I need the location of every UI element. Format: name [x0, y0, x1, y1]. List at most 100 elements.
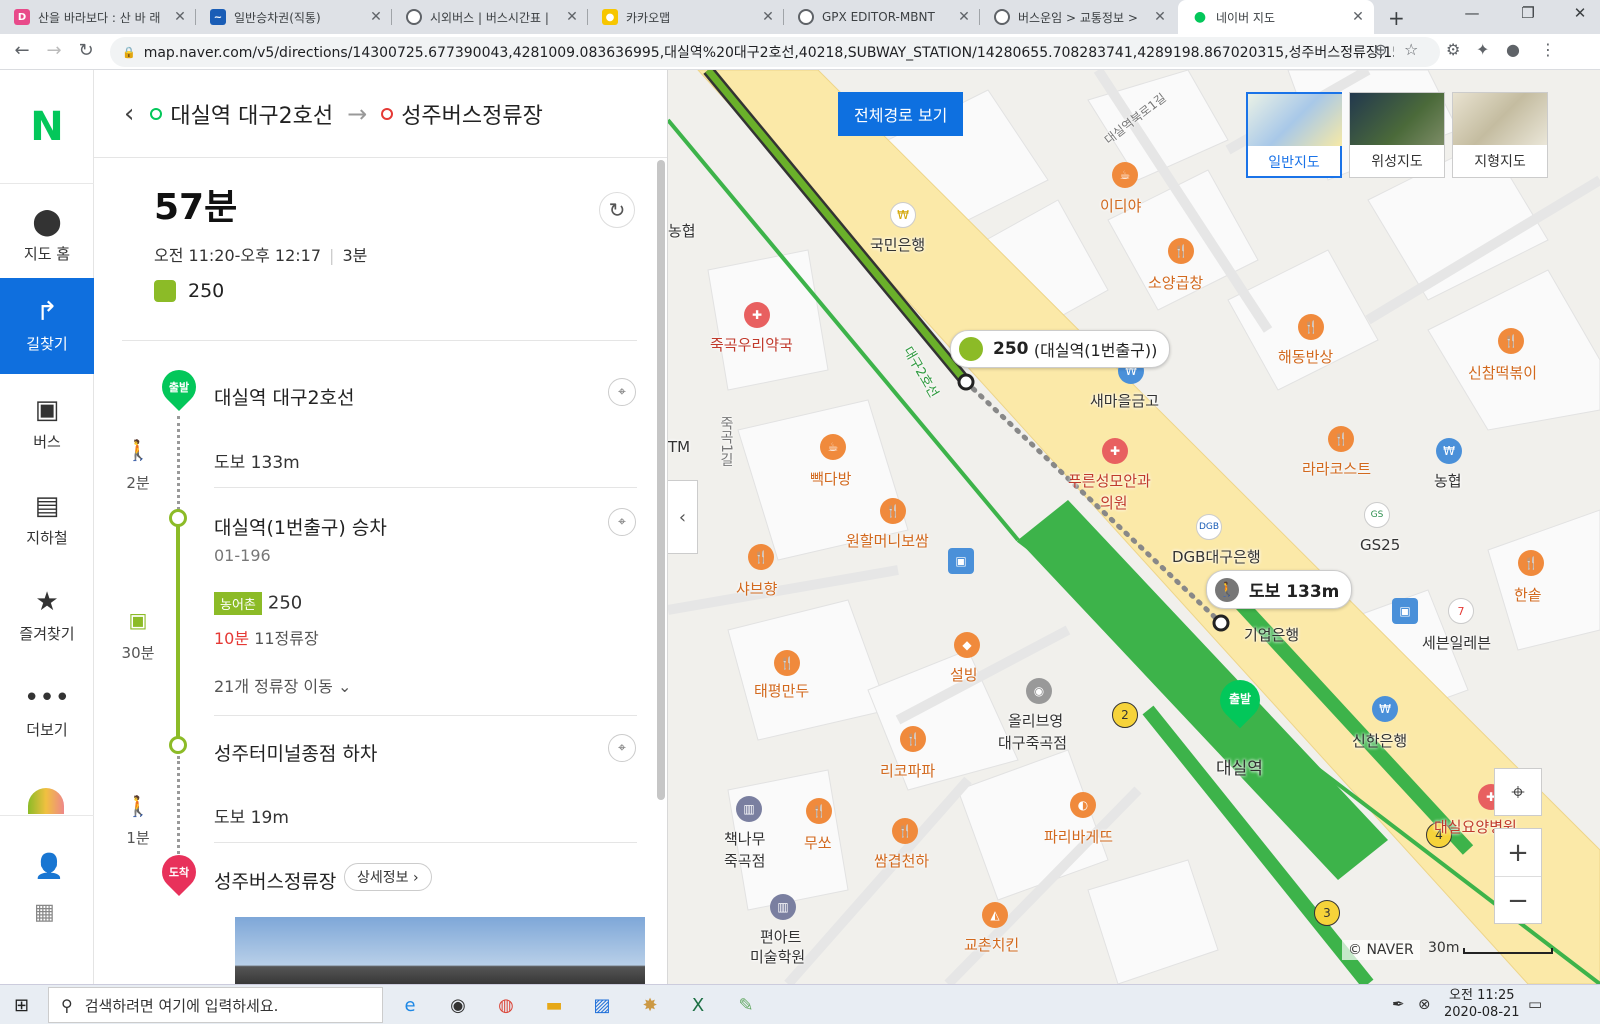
poi-musso[interactable]: 무쏘 [804, 832, 832, 853]
convenience-icon[interactable]: GS [1364, 502, 1390, 528]
tab-5[interactable]: 버스운임 > 교통정보 > ✕ [980, 0, 1176, 34]
close-icon[interactable]: ✕ [1152, 9, 1168, 25]
rail-item-more[interactable]: ••• 더보기 [0, 664, 94, 760]
chrome-icon[interactable]: ◍ [492, 991, 520, 1019]
school-icon[interactable]: ▥ [770, 894, 796, 920]
exit-3-marker[interactable]: 3 [1314, 900, 1340, 926]
menu-icon[interactable]: ⋮ [1540, 40, 1556, 59]
place-photo[interactable] [235, 917, 645, 984]
poi-saemaeul[interactable]: 새마을금고 [1090, 390, 1159, 411]
detail-button[interactable]: 상세정보 › [344, 863, 432, 891]
bus-number[interactable]: 250 [268, 593, 302, 614]
back-icon[interactable]: ← [10, 40, 34, 61]
clock[interactable]: 오전 11:25 2020-08-21 [1444, 987, 1520, 1021]
close-icon[interactable]: ✕ [760, 9, 776, 25]
pharmacy-icon[interactable]: ✚ [744, 302, 770, 328]
poi-ibk[interactable]: 기업은행 [1244, 624, 1299, 645]
tab-6[interactable]: ● 네이버 지도 ✕ [1178, 0, 1374, 34]
rail-item-map-home[interactable]: ⬤ 지도 홈 [0, 188, 94, 284]
convenience-icon[interactable]: 7 [1448, 598, 1474, 624]
location-pin-icon[interactable]: ⌖ [608, 734, 636, 762]
scrollbar[interactable] [657, 160, 665, 800]
origin-text[interactable]: 대실역 대구2호선 [170, 98, 333, 130]
poi-nonghyup1[interactable]: 농협 [668, 220, 696, 241]
poi-seven[interactable]: 세븐일레븐 [1422, 632, 1491, 653]
collapse-panel-button[interactable]: ‹ [668, 480, 698, 554]
bookstore-icon[interactable]: ▥ [736, 796, 762, 822]
tab-1[interactable]: ~ 일반승차권(직통) ✕ [196, 0, 392, 34]
cafe-icon[interactable]: ☕ [820, 434, 846, 460]
poi-daesil-station[interactable]: 대실역 [1216, 754, 1263, 779]
ie-icon[interactable]: e [396, 991, 424, 1019]
restaurant-icon[interactable]: 🍴 [880, 498, 906, 524]
paint-icon[interactable]: ✸ [636, 991, 664, 1019]
back-arrow-icon[interactable]: ‹ [124, 99, 134, 129]
restaurant-icon[interactable]: 🍴 [774, 650, 800, 676]
map-type-normal[interactable]: 일반지도 [1246, 92, 1342, 178]
tab-4[interactable]: GPX EDITOR-MBNT ✕ [784, 0, 980, 34]
poi-haedong[interactable]: 해동반상 [1278, 346, 1333, 367]
stops-expand[interactable]: 21개 정류장 이동 ⌄ [214, 673, 351, 697]
network-icon[interactable]: ⊗ [1418, 995, 1431, 1013]
user-icon[interactable]: 👤 [34, 852, 64, 880]
dessert-icon[interactable]: ◆ [954, 632, 980, 658]
rail-item-favorites[interactable]: ★ 즐겨찾기 [0, 568, 94, 664]
full-route-button[interactable]: 전체경로 보기 [838, 92, 964, 136]
rail-item-directions[interactable]: ↱ 길찾기 [0, 278, 94, 374]
map-type-terrain[interactable]: 지형지도 [1452, 92, 1548, 178]
profile-icon[interactable]: ● [1506, 40, 1520, 59]
forward-icon[interactable]: → [42, 40, 66, 61]
windows-start-icon[interactable]: ⊞ [14, 995, 29, 1016]
media-icon[interactable]: ◉ [444, 991, 472, 1019]
weather-icon[interactable] [28, 788, 64, 814]
rail-item-subway[interactable]: ▤ 지하철 [0, 472, 94, 568]
tab-3[interactable]: ● 카카오맵 ✕ [588, 0, 784, 34]
poi-chaek2[interactable]: 죽곡점 [724, 850, 765, 871]
poi-onhal[interactable]: 원할머니보쌈 [846, 530, 929, 551]
bus-stop-icon[interactable]: ▣ [948, 548, 974, 574]
tab-2[interactable]: 시외버스 | 버스시간표 | ✕ [392, 0, 588, 34]
poi-pyeon[interactable]: 편아트 [760, 926, 801, 947]
location-pin-icon[interactable]: ⌖ [608, 508, 636, 536]
close-icon[interactable]: ✕ [1350, 9, 1366, 25]
poi-kyochon[interactable]: 교촌치킨 [964, 934, 1019, 955]
photos-icon[interactable]: ▨ [588, 991, 616, 1019]
bus-stop-icon[interactable]: ▣ [1392, 598, 1418, 624]
poi-idiya[interactable]: 이디야 [1100, 195, 1141, 216]
step-end-name[interactable]: 성주버스정류장 [214, 867, 336, 894]
destination-text[interactable]: 성주버스정류장 [401, 98, 543, 130]
close-icon[interactable]: ✕ [172, 9, 188, 25]
poi-soyang[interactable]: 소양곱창 [1148, 272, 1203, 293]
bank-icon[interactable]: DGB [1196, 514, 1222, 540]
step-alight-name[interactable]: 성주터미널종점 하차 [214, 739, 377, 766]
poi-gs25[interactable]: GS25 [1360, 536, 1400, 554]
poi-pyeon2[interactable]: 미술학원 [750, 946, 805, 967]
cafe-icon[interactable]: ☕ [1112, 162, 1138, 188]
poi-pharmacy[interactable]: 죽곡우리약국 [710, 334, 793, 355]
naver-logo[interactable]: N [0, 70, 94, 184]
restaurant-icon[interactable]: 🍴 [1328, 426, 1354, 452]
shop-icon[interactable]: ◉ [1026, 678, 1052, 704]
close-icon[interactable]: ✕ [564, 9, 580, 25]
poi-nonghyup2[interactable]: 농협 [1434, 470, 1462, 491]
poi-ssam[interactable]: 쌈겹천하 [874, 850, 929, 871]
poi-paris[interactable]: 파리바게뜨 [1044, 826, 1113, 847]
rail-item-bus[interactable]: ▣ 버스 [0, 376, 94, 472]
puzzle-icon[interactable]: ✦ [1476, 40, 1489, 59]
tab-0[interactable]: D 산을 바라보다 : 산 바 래 ✕ [0, 0, 196, 34]
exit-2-marker[interactable]: 2 [1112, 702, 1138, 728]
close-icon[interactable]: ✕ [956, 9, 972, 25]
restaurant-icon[interactable]: 🍴 [1498, 328, 1524, 354]
poi-seolbing[interactable]: 설빙 [950, 664, 978, 685]
restaurant-icon[interactable]: 🍴 [900, 726, 926, 752]
map-type-satellite[interactable]: 위성지도 [1349, 92, 1445, 178]
notification-icon[interactable]: ▭ [1528, 995, 1542, 1013]
map-view[interactable]: 2 3 4 전체경로 보기 ☕ 이디야 ₩ 국민은행 🍴 소양곱창 🍴 해동반상… [668, 70, 1600, 984]
poi-olive[interactable]: 올리브영 [1008, 710, 1063, 731]
poi-hansol[interactable]: 한솥 [1514, 584, 1542, 605]
poi-dgb[interactable]: DGB대구은행 [1172, 546, 1261, 567]
poi-purun2[interactable]: 의원 [1100, 492, 1128, 513]
poi-taepyeong[interactable]: 태평만두 [754, 680, 809, 701]
poi-lara[interactable]: 라라코스트 [1302, 458, 1371, 479]
restore-icon[interactable]: ❐ [1508, 4, 1548, 22]
